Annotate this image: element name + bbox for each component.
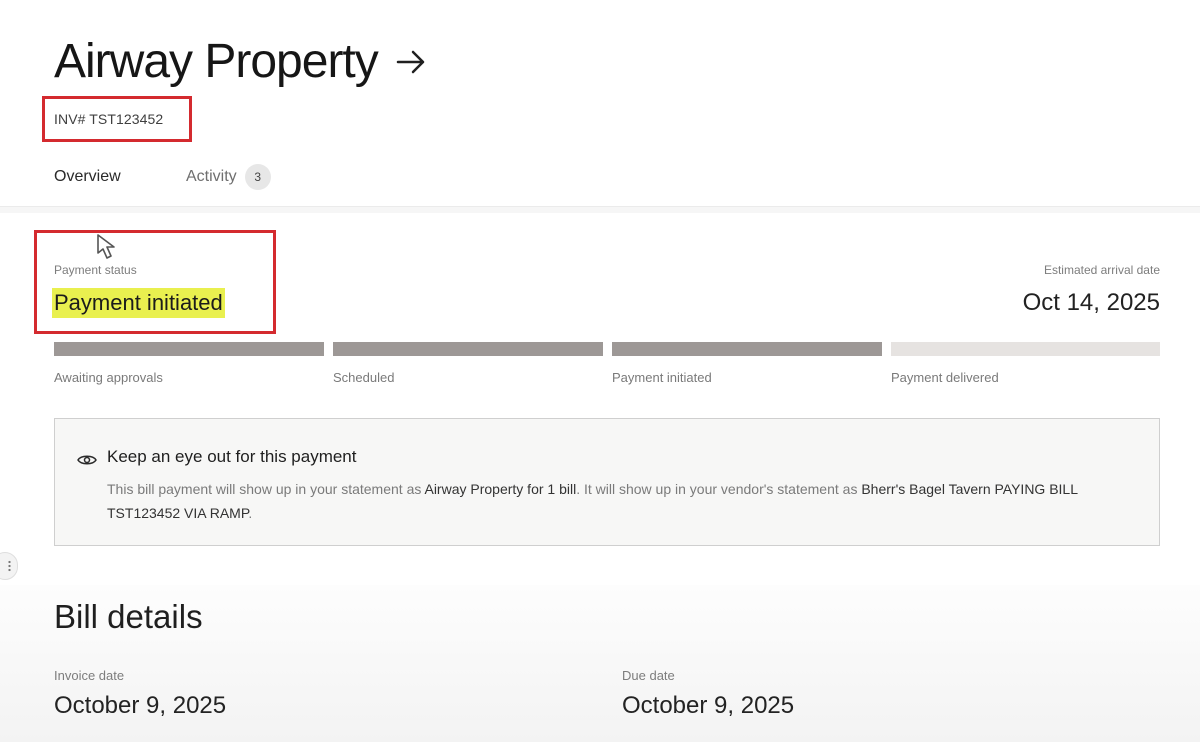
tab-activity-label: Activity	[186, 168, 237, 185]
vertical-dots	[8, 560, 11, 572]
eye-icon	[77, 455, 97, 465]
statement-name: Airway Property for 1 bill	[424, 481, 577, 497]
progress-segment-delivered	[891, 342, 1160, 356]
notice-text-2: . It will show up in your vendor's state…	[576, 481, 862, 497]
drag-handle-icon[interactable]	[0, 552, 18, 580]
estimated-arrival-label: Estimated arrival date	[1043, 263, 1160, 277]
progress-segment-scheduled	[333, 342, 603, 356]
step-label-awaiting: Awaiting approvals	[54, 370, 163, 385]
tabs: Overview Activity 3	[34, 160, 271, 208]
invoice-date-value: October 9, 2025	[54, 692, 227, 719]
progress-segment-awaiting	[54, 342, 324, 356]
due-date-value: October 9, 2025	[622, 692, 795, 719]
tab-overview[interactable]: Overview	[34, 160, 154, 208]
invoice-number-annotation: INV# TST123452	[42, 96, 192, 142]
page-title: Airway Property	[54, 35, 379, 88]
step-label-delivered: Payment delivered	[891, 370, 999, 385]
notice-body: This bill payment will show up in your s…	[107, 477, 1127, 525]
activity-count-badge: 3	[244, 164, 271, 190]
step-label-initiated: Payment initiated	[612, 370, 712, 385]
mouse-pointer-icon	[97, 234, 115, 259]
tab-activity[interactable]: Activity 3	[186, 160, 271, 208]
invoice-date-label: Invoice date	[54, 668, 125, 683]
section-band	[0, 207, 1200, 213]
progress-segment-initiated	[612, 342, 882, 356]
payment-status-value: Payment initiated	[52, 288, 225, 318]
estimated-arrival-date: Oct 14, 2025	[1022, 289, 1160, 316]
right-arrow-icon	[396, 50, 425, 73]
bill-payment-page: Airway Property INV# TST123452 Overview …	[0, 0, 1200, 742]
payment-notice: Keep an eye out for this payment This bi…	[54, 418, 1160, 546]
payment-status-label: Payment status	[54, 263, 137, 277]
notice-title: Keep an eye out for this payment	[107, 447, 357, 466]
vendor-title-link[interactable]: Airway Property	[54, 34, 428, 89]
notice-text-1: This bill payment will show up in your s…	[107, 481, 425, 497]
tab-overview-label: Overview	[54, 168, 121, 185]
invoice-number: INV# TST123452	[54, 111, 164, 127]
payment-status-annotation	[34, 230, 276, 334]
bill-details-title: Bill details	[54, 598, 203, 635]
due-date-label: Due date	[622, 668, 675, 683]
step-label-scheduled: Scheduled	[333, 370, 395, 385]
notice-text-3: .	[248, 505, 253, 521]
